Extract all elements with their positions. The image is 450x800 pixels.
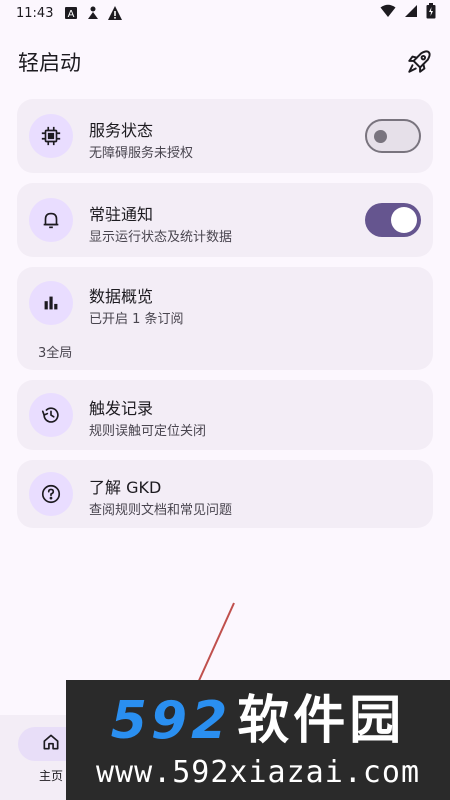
trigger-records-title: 触发记录 (89, 399, 154, 418)
bell-icon (29, 198, 73, 242)
status-right-icons (380, 3, 436, 23)
wifi-icon (380, 4, 396, 22)
service-status-card[interactable]: 服务状态 无障碍服务未授权 (17, 99, 433, 173)
service-status-switch[interactable] (365, 119, 421, 153)
about-gkd-subtitle: 查阅规则文档和常见问题 (89, 503, 233, 518)
help-icon (29, 472, 73, 516)
status-time: 11:43 (16, 5, 54, 21)
person-icon (85, 5, 101, 21)
notification-a-icon: A (63, 5, 79, 21)
service-status-subtitle: 无障碍服务未授权 (89, 146, 194, 161)
persistent-notification-card[interactable]: 常驻通知 显示运行状态及统计数据 (17, 183, 433, 257)
persistent-notification-title: 常驻通知 (89, 205, 154, 224)
rocket-icon[interactable] (404, 47, 434, 77)
data-overview-extra: 3全局 (38, 346, 73, 361)
persistent-notification-subtitle: 显示运行状态及统计数据 (89, 230, 233, 245)
watermark-logo: 592 软件园 www.592xiazai.com (66, 680, 450, 800)
service-status-title: 服务状态 (89, 121, 154, 140)
watermark-title: 592 软件园 (111, 691, 406, 751)
watermark-number: 592 (110, 690, 232, 751)
svg-text:A: A (68, 9, 75, 20)
trigger-records-subtitle: 规则误触可定位关闭 (89, 424, 207, 439)
switch-knob (374, 130, 387, 143)
watermark-chinese: 软件园 (237, 690, 406, 751)
page-title: 轻启动 (18, 51, 81, 75)
home-icon (41, 732, 61, 756)
data-overview-subtitle: 已开启 1 条订阅 (89, 312, 184, 327)
battery-icon (426, 3, 436, 23)
trigger-records-card[interactable]: 触发记录 规则误触可定位关闭 (17, 380, 433, 450)
signal-icon (404, 4, 418, 22)
about-gkd-card[interactable]: 了解 GKD 查阅规则文档和常见问题 (17, 460, 433, 528)
chip-icon (29, 114, 73, 158)
alert-triangle-icon (107, 5, 123, 21)
persistent-notification-switch[interactable] (365, 203, 421, 237)
watermark-url: www.592xiazai.com (95, 754, 421, 790)
switch-knob (391, 207, 417, 233)
app-bar: 轻启动 (0, 40, 450, 84)
history-icon (29, 393, 73, 437)
about-gkd-title: 了解 GKD (89, 478, 162, 497)
data-overview-title: 数据概览 (89, 287, 154, 306)
status-bar: 11:43 A (0, 0, 450, 26)
bar-chart-icon (29, 281, 73, 325)
data-overview-card[interactable]: 数据概览 已开启 1 条订阅 3全局 (17, 267, 433, 370)
